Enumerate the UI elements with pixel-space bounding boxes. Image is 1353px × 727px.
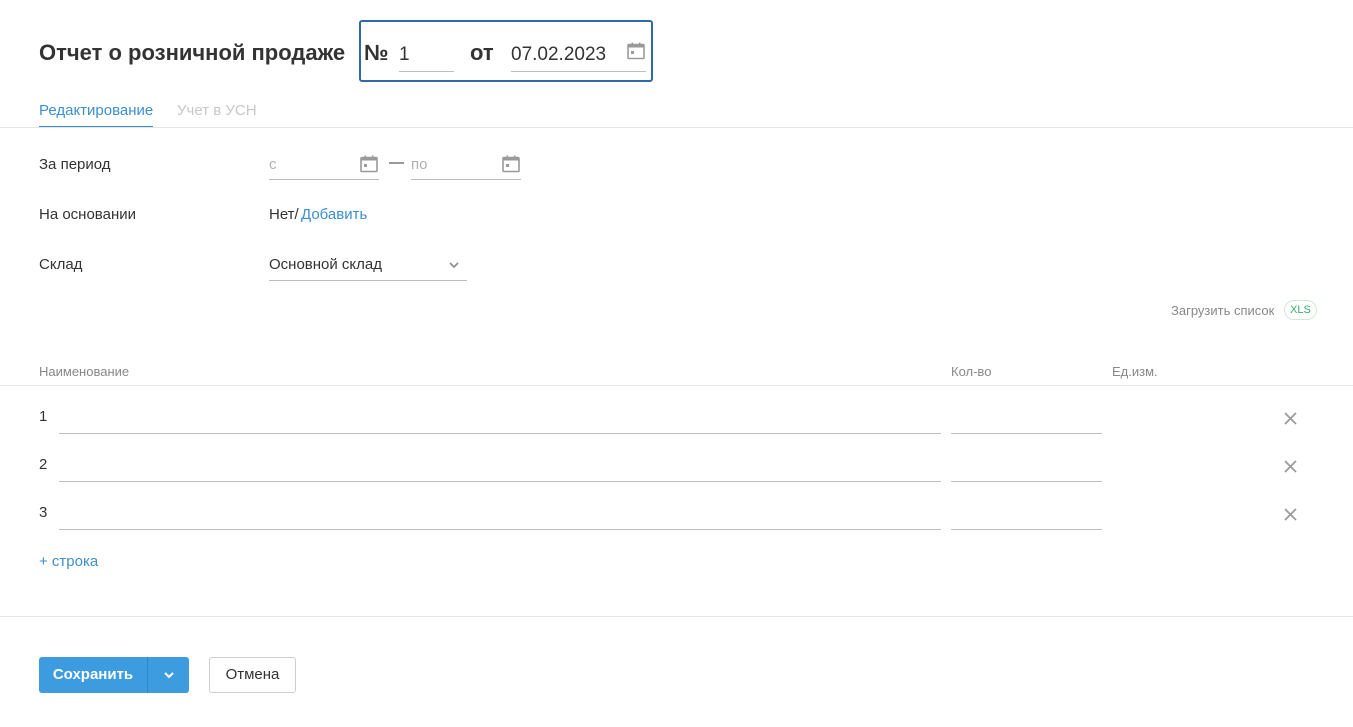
save-button-group: Сохранить xyxy=(39,657,189,693)
basis-value: Нет/ xyxy=(269,206,299,223)
chevron-down-icon xyxy=(163,672,174,679)
add-row-link[interactable]: + строка xyxy=(39,553,98,570)
close-icon[interactable] xyxy=(1283,459,1298,474)
xls-badge[interactable]: XLS xyxy=(1284,300,1317,320)
page-title: Отчет о розничной продаже xyxy=(39,40,346,65)
row-number: 1 xyxy=(39,408,48,425)
upload-list-link[interactable]: Загрузить список xyxy=(1171,303,1274,318)
warehouse-select[interactable]: Основной склад xyxy=(269,250,467,281)
cancel-button[interactable]: Отмена xyxy=(209,657,296,693)
chevron-down-icon xyxy=(449,262,459,269)
row-number: 2 xyxy=(39,456,48,473)
item-name-input[interactable] xyxy=(59,403,941,434)
basis-add-link[interactable]: Добавить xyxy=(301,206,367,223)
period-label: За период xyxy=(39,156,111,173)
calendar-icon[interactable] xyxy=(359,154,379,174)
calendar-icon[interactable] xyxy=(626,41,646,61)
close-icon[interactable] xyxy=(1283,411,1298,426)
column-header-qty: Кол-во xyxy=(951,364,992,379)
number-sign: № xyxy=(364,40,389,65)
basis-label: На основании xyxy=(39,206,136,223)
row-number: 3 xyxy=(39,504,48,521)
item-name-input[interactable] xyxy=(59,451,941,482)
save-button[interactable]: Сохранить xyxy=(39,657,147,693)
period-dash: — xyxy=(389,154,404,171)
tabs-divider xyxy=(0,127,1353,128)
warehouse-select-value: Основной склад xyxy=(269,256,383,273)
warehouse-label: Склад xyxy=(39,256,83,273)
table-header-divider xyxy=(0,385,1353,386)
column-header-name: Наименование xyxy=(39,364,130,379)
tab-editing[interactable]: Редактирование xyxy=(39,102,154,128)
document-number-input[interactable] xyxy=(399,38,454,72)
column-header-unit: Ед.изм. xyxy=(1112,364,1158,379)
date-from-label: от xyxy=(470,40,494,65)
item-qty-input[interactable] xyxy=(951,403,1102,434)
close-icon[interactable] xyxy=(1283,507,1298,522)
item-qty-input[interactable] xyxy=(951,451,1102,482)
footer-divider xyxy=(0,616,1353,617)
item-qty-input[interactable] xyxy=(951,499,1102,530)
tab-usn-accounting[interactable]: Учет в УСН xyxy=(177,102,257,120)
calendar-icon[interactable] xyxy=(501,154,521,174)
save-dropdown-button[interactable] xyxy=(148,657,189,693)
item-name-input[interactable] xyxy=(59,499,941,530)
